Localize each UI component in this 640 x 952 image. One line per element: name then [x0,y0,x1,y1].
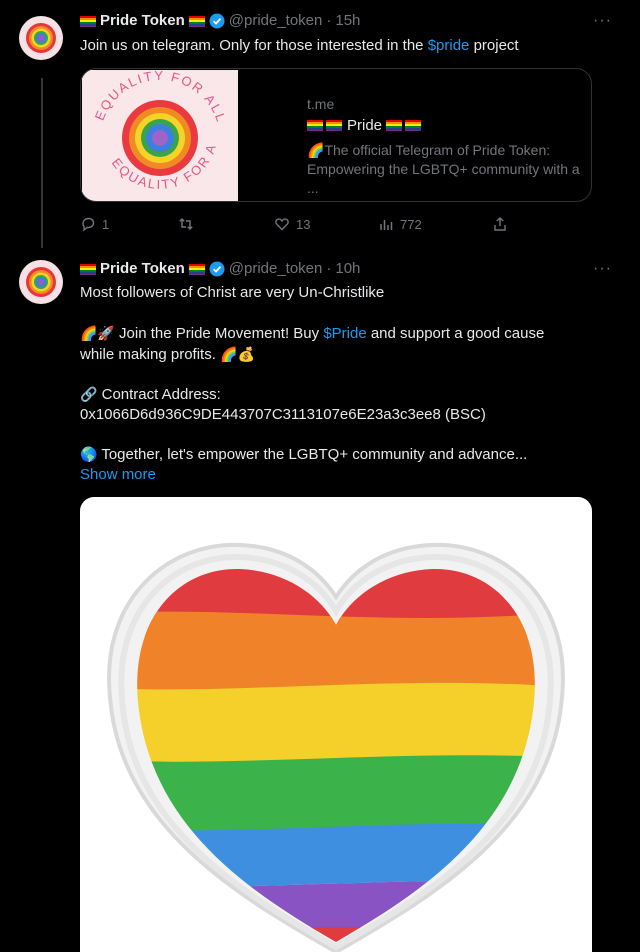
tweet-media-image[interactable] [80,497,592,952]
handle[interactable]: @pride_token [229,260,323,278]
views-button[interactable]: 772 [378,216,422,232]
show-more-link[interactable]: Show more [80,466,156,483]
rainbow-flag-icon [80,263,96,275]
tweet-text-part: project [469,37,519,54]
timestamp[interactable]: 15h [335,12,360,30]
tweet-text-line1: Most followers of Christ are very Un-Chr… [80,284,385,301]
analytics-icon [380,220,393,230]
card-domain: t.me [307,96,335,112]
more-options-icon[interactable]: ··· [593,260,612,278]
display-name[interactable]: Pride Token [100,12,185,30]
rainbow-flag-icon [80,15,96,27]
like-count: 13 [296,216,311,232]
contract-label: Contract Address: [97,386,221,403]
tweet-text-para3: 🔗 Contract Address: 0x1066D6d936C9DE4437… [80,384,600,425]
avatar[interactable] [19,16,63,60]
card-title-text: Pride [347,117,383,134]
verified-badge-icon [209,13,225,29]
rainbow-flag-icon [188,263,205,275]
tweet-text-part: Join us on telegram. Only for those inte… [80,37,428,54]
pride-logo-icon [20,261,62,303]
rainbow-flag-icon [307,120,342,131]
reply-count: 1 [102,216,110,232]
card-title: Pride [307,117,422,134]
tweet-text-para2: 🌈🚀 Join the Pride Movement! Buy $Pride a… [80,323,580,365]
handle[interactable]: @pride_token [229,12,323,30]
tweet-header: Pride Token @pride_token · 10h [80,260,360,278]
cashtag-link[interactable]: $pride [428,37,470,54]
rainbow-flag-icon [188,15,205,27]
like-button[interactable]: 13 [274,216,310,232]
card-description-text: The official Telegram of Pride Token: Em… [307,142,580,196]
rainbow-rocket-emoji: 🌈🚀 [80,325,115,341]
cashtag-link[interactable]: $Pride [323,325,366,342]
tweet[interactable]: Pride Token @pride_token · 15h ··· Join … [0,0,640,250]
dot-separator: · [326,260,332,277]
retweet-icon [179,218,193,230]
globe-emoji: 🌎 [80,446,98,462]
tweet-text-part: Join the Pride Movement! Buy [114,325,324,342]
reply-icon [82,217,95,232]
tweet-text-para4: 🌎 Together, let's empower the LGBTQ+ com… [80,444,540,485]
card-description: 🌈The official Telegram of Pride Token: E… [307,141,587,198]
more-options-icon[interactable]: ··· [593,12,612,30]
reply-button[interactable]: 1 [80,216,109,232]
avatar[interactable] [19,260,63,304]
timestamp[interactable]: 10h [335,260,360,278]
link-preview-card[interactable]: EQUALITY FOR ALL EQUALITY FOR ALL t.me P… [80,68,592,202]
tweet-text: Join us on telegram. Only for those inte… [80,36,600,56]
rainbow-emoji: 🌈 [307,142,325,158]
share-button[interactable] [492,216,508,232]
tweet-header: Pride Token @pride_token · 15h [80,12,360,30]
rainbow-heart-image [107,542,565,952]
share-icon [494,217,506,231]
rainbow-flag-icon [386,120,422,131]
retweet-button[interactable] [178,216,200,232]
heart-icon [275,218,289,231]
link-emoji: 🔗 [80,386,98,402]
pride-logo-icon [20,17,62,59]
dot-separator: · [326,12,332,29]
verified-badge-icon [209,261,225,277]
tweet-actions: 1 13 772 [80,216,520,236]
display-name[interactable]: Pride Token [100,260,185,278]
view-count: 772 [400,216,422,232]
equality-for-all-logo: EQUALITY FOR ALL EQUALITY FOR ALL [82,70,238,201]
tweet-text-part: Together, let's empower the LGBTQ+ commu… [97,446,528,463]
rainbow-moneybag-emoji: 🌈💰 [220,346,255,362]
contract-address: 0x1066D6d936C9DE443707C3113107e6E23a3c3e… [80,406,486,423]
